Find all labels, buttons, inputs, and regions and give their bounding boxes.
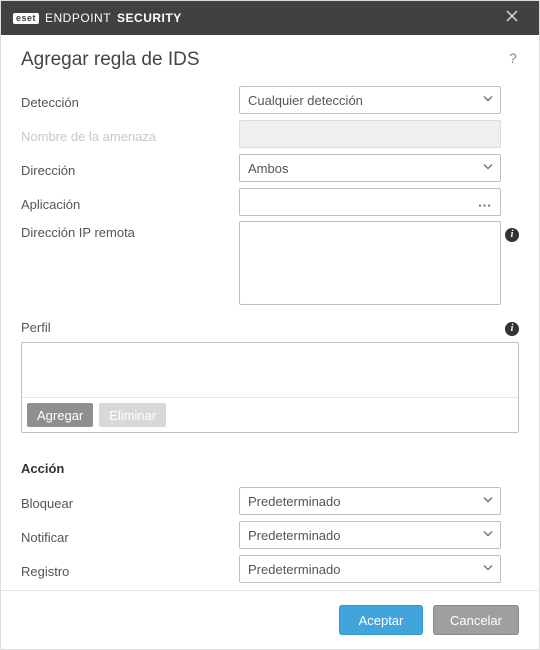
label-application: Aplicación (21, 193, 239, 212)
dialog-content: Agregar regla de IDS ? Detección Cualqui… (1, 35, 539, 590)
select-detection[interactable]: Cualquier detección (239, 86, 501, 114)
row-direction: Dirección Ambos (21, 153, 519, 183)
info-icon: i (505, 322, 519, 336)
dialog-title: Agregar regla de IDS (21, 49, 200, 71)
select-block[interactable]: Predeterminado (239, 487, 501, 515)
profile-actions: Agregar Eliminar (22, 397, 518, 432)
heading-row: Agregar regla de IDS ? (21, 49, 519, 71)
label-direction: Dirección (21, 159, 239, 178)
select-notify[interactable]: Predeterminado (239, 521, 501, 549)
svg-text:?: ? (509, 51, 517, 65)
textarea-remote-ip[interactable] (239, 221, 501, 305)
section-action: Acción (21, 461, 519, 476)
brand: eset ENDPOINT SECURITY (13, 11, 182, 25)
select-notify-value: Predeterminado (248, 528, 341, 543)
row-notify: Notificar Predeterminado (21, 520, 519, 550)
info-remote-ip[interactable]: i (501, 221, 519, 242)
label-profile: Perfil (21, 320, 51, 335)
title-bar: eset ENDPOINT SECURITY (1, 1, 539, 35)
chevron-down-icon (482, 528, 494, 543)
help-icon: ? (505, 51, 519, 65)
browse-button[interactable]: ... (478, 195, 492, 210)
row-remote-ip: Dirección IP remota i (21, 221, 519, 305)
row-detection: Detección Cualquier detección (21, 85, 519, 115)
profile-list[interactable] (22, 343, 518, 397)
brand-badge: eset (13, 13, 39, 24)
label-notify: Notificar (21, 526, 239, 545)
info-profile[interactable]: i (505, 319, 519, 336)
chevron-down-icon (482, 494, 494, 509)
dialog-window: eset ENDPOINT SECURITY Agregar regla de … (0, 0, 540, 650)
label-remote-ip: Dirección IP remota (21, 221, 239, 240)
close-button[interactable] (497, 9, 527, 27)
chevron-down-icon (482, 562, 494, 577)
select-direction[interactable]: Ambos (239, 154, 501, 182)
profile-head: Perfil i (21, 319, 519, 336)
close-icon (506, 10, 518, 22)
label-block: Bloquear (21, 492, 239, 511)
select-direction-value: Ambos (248, 161, 288, 176)
profile-box: Agregar Eliminar (21, 342, 519, 433)
label-detection: Detección (21, 91, 239, 110)
row-log: Registro Predeterminado (21, 554, 519, 584)
help-button[interactable]: ? (505, 51, 519, 70)
profile-block: Perfil i Agregar Eliminar (21, 319, 519, 433)
brand-text-1: ENDPOINT (45, 11, 111, 25)
select-detection-value: Cualquier detección (248, 93, 363, 108)
cancel-button[interactable]: Cancelar (433, 605, 519, 635)
label-log: Registro (21, 560, 239, 579)
ok-button[interactable]: Aceptar (339, 605, 423, 635)
select-block-value: Predeterminado (248, 494, 341, 509)
chevron-down-icon (482, 161, 494, 176)
select-log[interactable]: Predeterminado (239, 555, 501, 583)
row-block: Bloquear Predeterminado (21, 486, 519, 516)
dialog-footer: Aceptar Cancelar (1, 590, 539, 649)
select-log-value: Predeterminado (248, 562, 341, 577)
input-threat-name (239, 120, 501, 148)
brand-text-2: SECURITY (117, 11, 182, 25)
input-application[interactable]: ... (239, 188, 501, 216)
add-profile-button[interactable]: Agregar (27, 403, 93, 427)
row-threat-name: Nombre de la amenaza (21, 119, 519, 149)
label-threat-name: Nombre de la amenaza (21, 125, 239, 144)
row-application: Aplicación ... (21, 187, 519, 217)
info-icon: i (505, 228, 519, 242)
delete-profile-button: Eliminar (99, 403, 166, 427)
chevron-down-icon (482, 93, 494, 108)
